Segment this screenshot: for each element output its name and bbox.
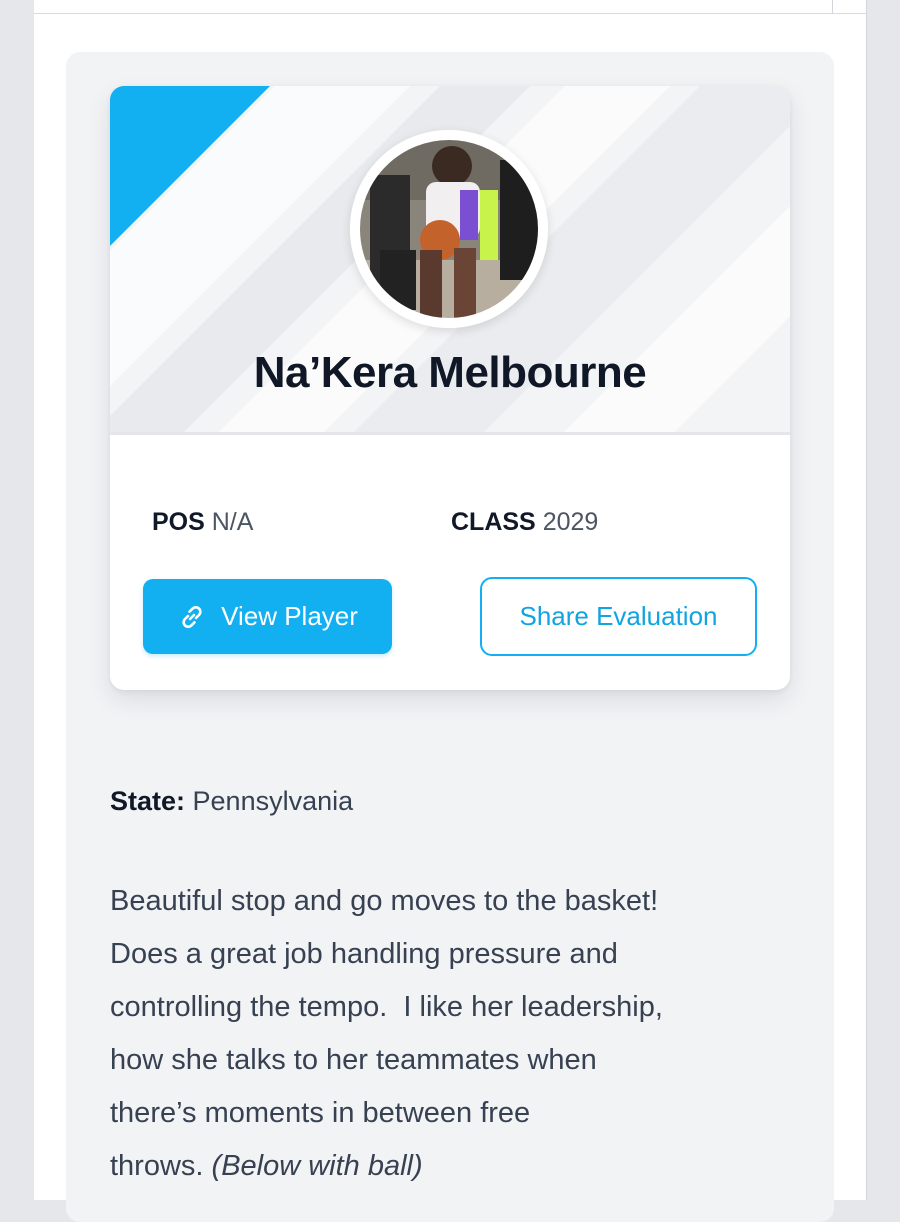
link-icon	[177, 602, 207, 632]
player-photo	[350, 130, 548, 328]
position-label: POS	[152, 508, 205, 536]
card-banner: Na’Kera Melbourne	[110, 86, 790, 432]
share-evaluation-button[interactable]: Share Evaluation	[480, 577, 757, 656]
evaluation-line: how she talks to her teammates when	[110, 1044, 597, 1076]
evaluation-line: there’s moments in between free	[110, 1097, 531, 1129]
evaluation-line: throws.	[110, 1150, 212, 1182]
scrollbar-border	[866, 0, 867, 1200]
top-toolbar-strip	[34, 0, 866, 14]
state-info: State: Pennsylvania	[110, 786, 353, 817]
evaluation-text: Beautiful stop and go moves to the baske…	[110, 875, 810, 1193]
share-evaluation-label: Share Evaluation	[519, 601, 718, 631]
class-value: 2029	[542, 508, 599, 536]
position-info: POS N/A	[152, 508, 253, 537]
toolbar-separator	[832, 0, 833, 14]
evaluation-line: controlling the tempo. I like her leader…	[110, 991, 663, 1023]
position-value: N/A	[211, 508, 254, 536]
state-value: Pennsylvania	[192, 786, 354, 816]
view-player-label: View Player	[221, 601, 358, 631]
evaluation-line: Beautiful stop and go moves to the baske…	[110, 885, 659, 917]
player-card: Na’Kera Melbourne POS N/A CLASS 2029 Vie…	[110, 86, 790, 690]
player-avatar	[350, 130, 548, 328]
class-info: CLASS 2029	[451, 508, 598, 537]
evaluation-last-line: throws. (Below with ball)	[110, 1140, 810, 1193]
player-name: Na’Kera Melbourne	[253, 348, 647, 397]
banner-divider	[110, 432, 790, 435]
evaluation-line: Does a great job handling pressure and	[110, 938, 618, 970]
scrollbar-track[interactable]	[866, 0, 900, 1200]
view-player-button[interactable]: View Player	[143, 579, 392, 654]
class-label: CLASS	[451, 508, 536, 536]
evaluation-note: (Below with ball)	[211, 1150, 423, 1182]
state-label: State:	[110, 786, 186, 816]
